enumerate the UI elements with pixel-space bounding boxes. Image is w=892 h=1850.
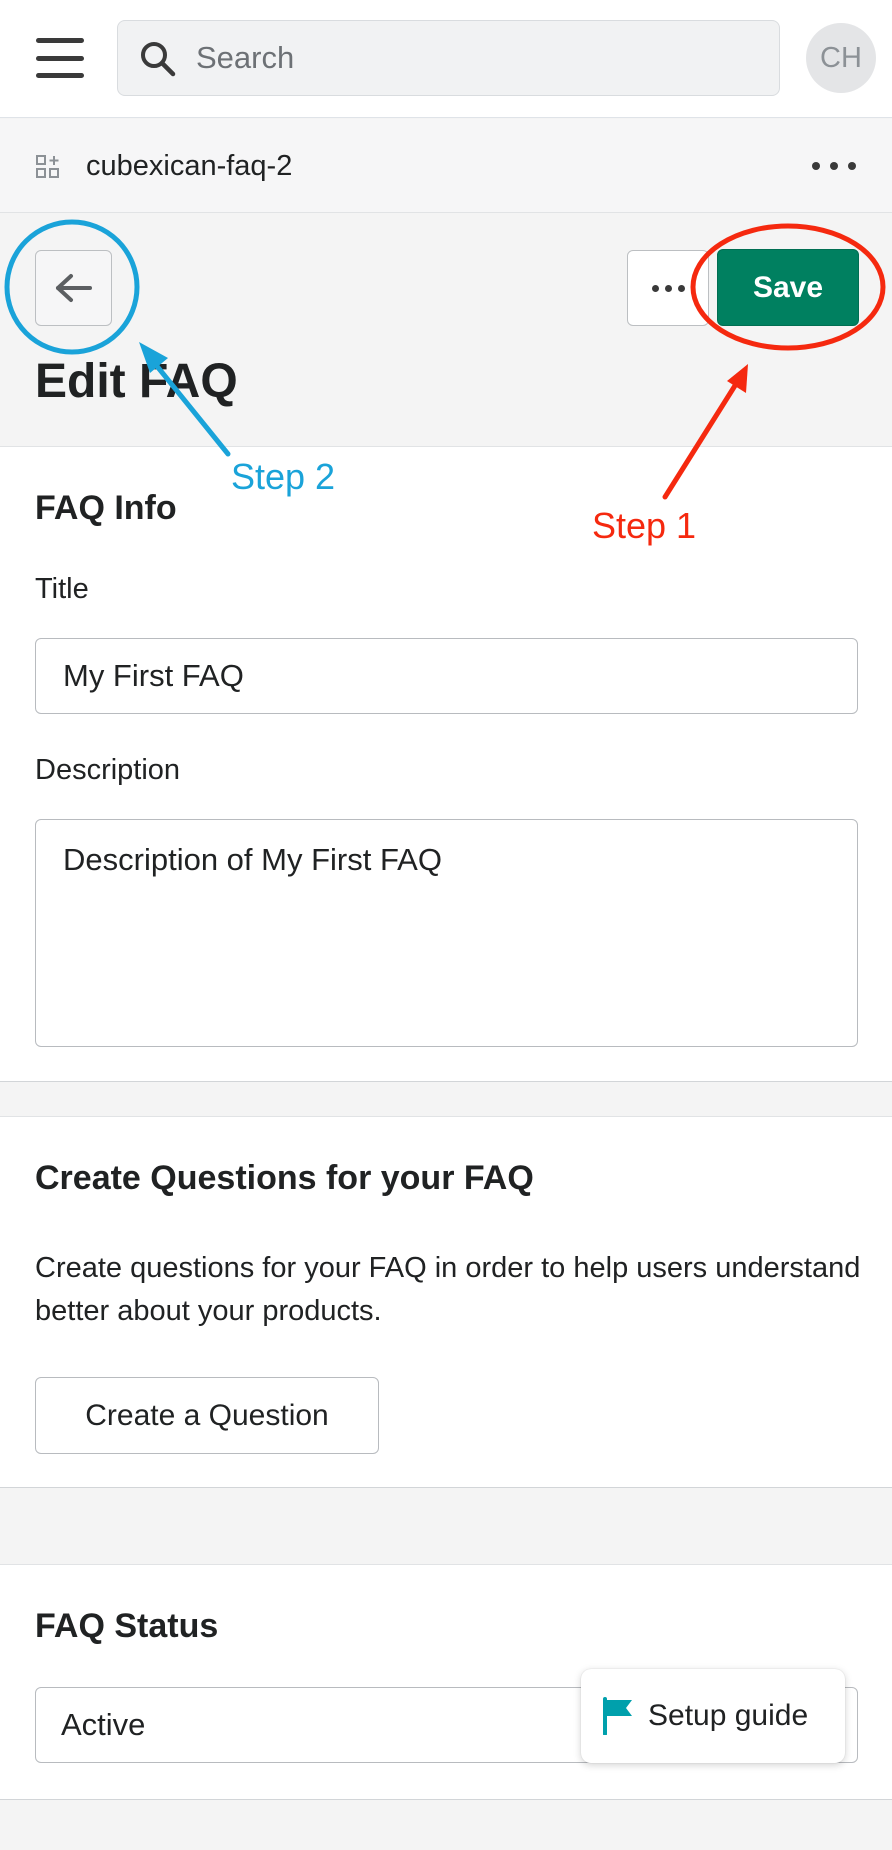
setup-guide-button[interactable]: Setup guide (581, 1669, 845, 1763)
title-field[interactable] (35, 638, 858, 714)
app-grid-icon (36, 155, 59, 178)
search-input[interactable] (196, 21, 756, 95)
arrow-left-icon (55, 274, 92, 302)
status-heading: FAQ Status (35, 1607, 219, 1645)
questions-card: Create Questions for your FAQ Create que… (0, 1116, 892, 1488)
app-more-icon[interactable] (812, 149, 856, 183)
more-dots-icon (651, 284, 659, 292)
back-button[interactable] (35, 250, 112, 326)
page-header: Save Edit FAQ (0, 214, 892, 446)
more-actions-button[interactable] (627, 250, 709, 326)
description-field[interactable]: Description of My First FAQ (35, 819, 858, 1047)
flag-icon (603, 1697, 632, 1735)
app-bar: cubexican-faq-2 (0, 119, 892, 213)
title-label: Title (35, 573, 89, 605)
app-name: cubexican-faq-2 (86, 150, 293, 182)
page-title: Edit FAQ (35, 355, 238, 408)
faq-info-heading: FAQ Info (35, 489, 177, 527)
step2-label: Step 2 (231, 456, 336, 497)
faq-info-card: FAQ Info Title Description Description o… (0, 446, 892, 1082)
search-icon (141, 42, 176, 77)
questions-heading: Create Questions for your FAQ (35, 1159, 534, 1197)
setup-guide-label: Setup guide (648, 1699, 809, 1732)
create-question-button[interactable]: Create a Question (35, 1377, 379, 1454)
save-button[interactable]: Save (717, 249, 859, 326)
menu-icon[interactable] (36, 38, 84, 78)
questions-description: Create questions for your FAQ in order t… (35, 1252, 861, 1327)
search-box[interactable] (117, 20, 780, 96)
avatar[interactable]: CH (806, 23, 876, 93)
top-bar: CH (0, 0, 892, 118)
step1-label: Step 1 (592, 505, 697, 546)
description-label: Description (35, 754, 181, 786)
